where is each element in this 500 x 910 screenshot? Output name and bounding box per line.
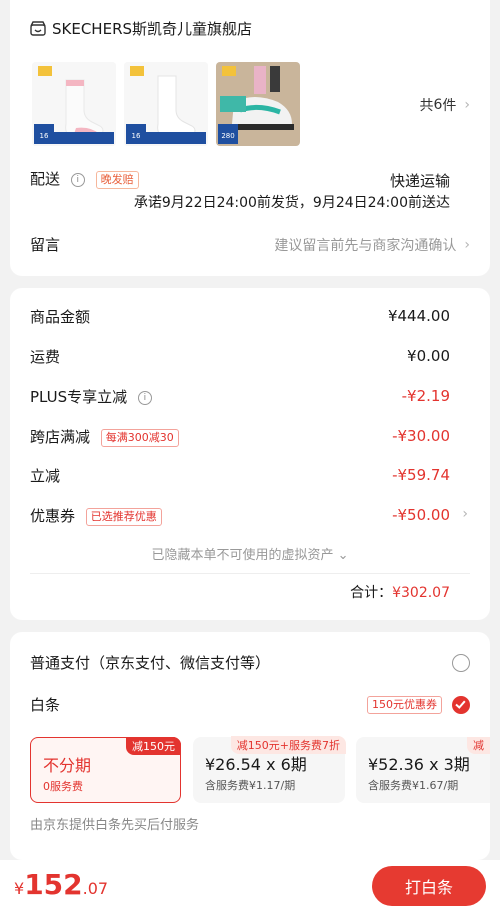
delivery-row[interactable]: 配送 i 晚发赔 bbox=[30, 168, 139, 189]
coupon-value: -¥50.00 bbox=[392, 506, 450, 524]
shipping-label: 运费 bbox=[30, 348, 61, 366]
total-value: ¥302.07 bbox=[392, 585, 450, 601]
product-thumb-3[interactable]: 280 bbox=[216, 62, 300, 146]
plan-badge: 减 bbox=[467, 737, 490, 754]
instant-discount-label: 立减 bbox=[30, 467, 61, 485]
plan-badge: 减150元 bbox=[126, 737, 181, 755]
price-summary-card: 商品金额 ¥444.00 运费 ¥0.00 PLUS专享立减 i -¥2.19 … bbox=[10, 288, 490, 620]
shop-name: SKECHERS斯凯奇儿童旗舰店 bbox=[52, 20, 253, 38]
total-row: 合计：¥302.07 bbox=[350, 582, 450, 602]
message-input[interactable]: 建议留言前先与商家沟通确认 › bbox=[274, 235, 470, 255]
total-label: 合计： bbox=[350, 585, 393, 601]
amount-decimal: .07 bbox=[82, 879, 109, 898]
instant-discount-value: -¥59.74 bbox=[392, 466, 450, 484]
message-label: 留言 bbox=[30, 236, 61, 254]
chevron-right-icon: › bbox=[464, 237, 470, 253]
product-thumbnails[interactable]: 16 16 280 bbox=[32, 62, 300, 146]
order-card: SKECHERS斯凯奇儿童旗舰店 16 16 280 共 6 件 › 配送 i … bbox=[10, 0, 490, 276]
coupon-row[interactable]: 优惠券 已选推荐优惠 bbox=[30, 505, 162, 526]
plan-sub: 0服务费 bbox=[43, 780, 83, 793]
chevron-right-icon[interactable]: › bbox=[462, 506, 468, 522]
installment-option-6[interactable]: 减150元+服务费7折 ¥26.54 x 6期 含服务费¥1.17/期 bbox=[193, 736, 346, 803]
cross-store-label: 跨店满减 bbox=[30, 428, 91, 446]
delivery-label: 配送 bbox=[30, 170, 61, 188]
thumb-badge: 16 bbox=[40, 132, 49, 140]
check-icon bbox=[455, 700, 466, 709]
goods-amount-value: ¥444.00 bbox=[387, 307, 450, 325]
plan-main: ¥52.36 x 3期 bbox=[368, 755, 470, 774]
info-icon[interactable]: i bbox=[70, 172, 85, 187]
plus-discount-value: -¥2.19 bbox=[401, 387, 450, 405]
shop-header[interactable]: SKECHERS斯凯奇儿童旗舰店 bbox=[30, 18, 252, 39]
baitiao-label: 白条 bbox=[30, 696, 61, 714]
product-thumb-1[interactable]: 16 bbox=[32, 62, 116, 146]
installment-option-none[interactable]: 减150元 不分期 0服务费 bbox=[30, 737, 181, 803]
chevron-right-icon: › bbox=[464, 97, 470, 113]
coupon-tag: 已选推荐优惠 bbox=[85, 507, 162, 526]
amount-integer: 152 bbox=[24, 868, 83, 901]
item-count-num: 6 bbox=[433, 97, 443, 113]
plan-main: 不分期 bbox=[43, 756, 92, 775]
pay-amount: ¥152.07 bbox=[14, 868, 108, 901]
thumb-badge: 16 bbox=[132, 132, 141, 140]
late-compensation-tag: 晚发赔 bbox=[95, 170, 139, 189]
info-icon[interactable]: i bbox=[137, 390, 152, 405]
installment-option-3[interactable]: 减 ¥52.36 x 3期 含服务费¥1.67/期 bbox=[356, 737, 490, 803]
thumb-badge: 280 bbox=[221, 132, 234, 140]
chevron-down-icon: ⌄ bbox=[337, 548, 349, 563]
goods-amount-label: 商品金额 bbox=[30, 308, 91, 326]
baitiao-coupon-tag[interactable]: 150元优惠券 bbox=[367, 696, 442, 714]
plan-main: ¥26.54 x 6期 bbox=[205, 755, 307, 774]
item-count-prefix: 共 bbox=[419, 98, 434, 114]
cross-store-row: 跨店满减 每满300减30 bbox=[30, 426, 179, 447]
normal-pay-label: 普通支付（京东支付、微信支付等） bbox=[30, 654, 271, 672]
plan-sub: 含服务费¥1.17/期 bbox=[205, 779, 296, 792]
baitiao-radio[interactable] bbox=[452, 696, 470, 714]
currency-symbol: ¥ bbox=[14, 879, 25, 898]
item-count[interactable]: 共6件 › bbox=[419, 95, 470, 115]
provider-note: 由京东提供白条先买后付服务 bbox=[30, 818, 200, 833]
product-thumb-2[interactable]: 16 bbox=[124, 62, 208, 146]
cross-store-tag: 每满300减30 bbox=[100, 428, 179, 447]
item-count-suffix: 件 bbox=[442, 98, 457, 114]
shipping-value: ¥0.00 bbox=[407, 347, 450, 365]
checkout-bar: ¥152.07 打白条 bbox=[0, 860, 500, 910]
normal-pay-radio[interactable] bbox=[452, 654, 470, 672]
divider bbox=[30, 573, 470, 574]
shop-icon bbox=[30, 21, 46, 36]
delivery-method: 快递运输 bbox=[389, 172, 450, 190]
message-placeholder: 建议留言前先与商家沟通确认 bbox=[274, 238, 457, 254]
hidden-assets-toggle[interactable]: 已隐藏本单不可使用的虚拟资产 ⌄ bbox=[10, 544, 490, 563]
plus-discount-row: PLUS专享立减 i bbox=[30, 386, 152, 407]
coupon-label: 优惠券 bbox=[30, 507, 76, 525]
hidden-assets-note: 已隐藏本单不可使用的虚拟资产 bbox=[151, 548, 334, 563]
pay-with-baitiao-button[interactable]: 打白条 bbox=[372, 866, 486, 906]
plus-discount-label: PLUS专享立减 bbox=[30, 388, 128, 406]
cross-store-value: -¥30.00 bbox=[392, 427, 450, 445]
plan-sub: 含服务费¥1.67/期 bbox=[368, 779, 459, 792]
delivery-promise: 承诺9月22日24:00前发货，9月24日24:00前送达 bbox=[133, 195, 450, 211]
